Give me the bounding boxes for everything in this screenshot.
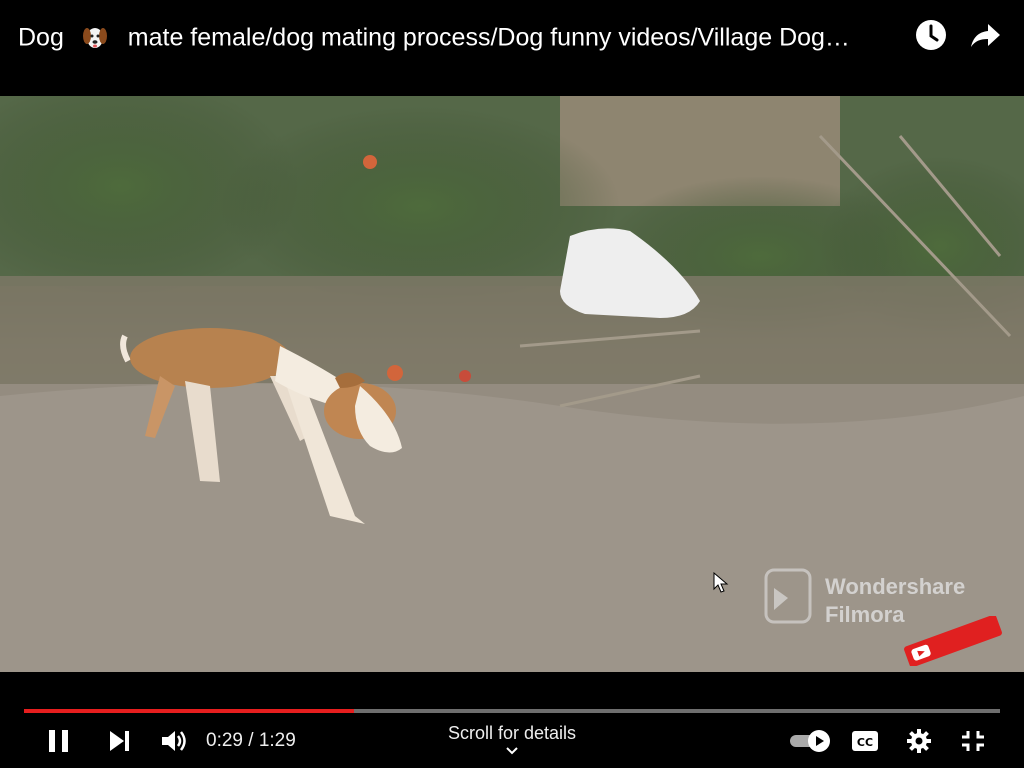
volume-icon[interactable] [160,728,188,754]
watermark-product: Filmora [825,602,905,627]
autoplay-toggle-icon[interactable] [788,729,832,753]
progress-played [24,709,354,713]
pause-icon[interactable] [46,728,72,754]
scroll-for-details-button[interactable]: Scroll for details [412,722,612,756]
chevron-down-icon [506,747,518,755]
video-title[interactable]: Dog mate female/dog mating process/Dog f… [18,20,908,53]
time-display: 0:29 / 1:29 [206,730,296,751]
mouse-cursor-icon [713,572,729,593]
svg-text:CC: CC [857,736,873,749]
captions-icon[interactable]: CC [851,730,879,752]
filmora-logo-icon [764,568,812,624]
subscribe-sticker-icon [904,616,1002,666]
progress-bar[interactable] [24,709,1000,713]
title-bar: Dog mate female/dog mating process/Dog f… [0,0,1024,96]
video-frame[interactable]: Wondershare Filmora [0,96,1024,672]
scroll-for-details-label: Scroll for details [447,723,577,743]
settings-gear-icon[interactable] [906,728,932,754]
clock-icon[interactable] [914,18,948,52]
next-icon[interactable] [107,729,133,753]
watermark-brand: Wondershare [825,574,966,599]
dog-face-icon [82,28,107,49]
video-title-rest: mate female/dog mating process/Dog funny… [127,23,850,52]
share-arrow-icon[interactable] [968,18,1002,52]
video-title-prefix: Dog [18,23,64,52]
exit-fullscreen-icon[interactable] [960,729,986,753]
